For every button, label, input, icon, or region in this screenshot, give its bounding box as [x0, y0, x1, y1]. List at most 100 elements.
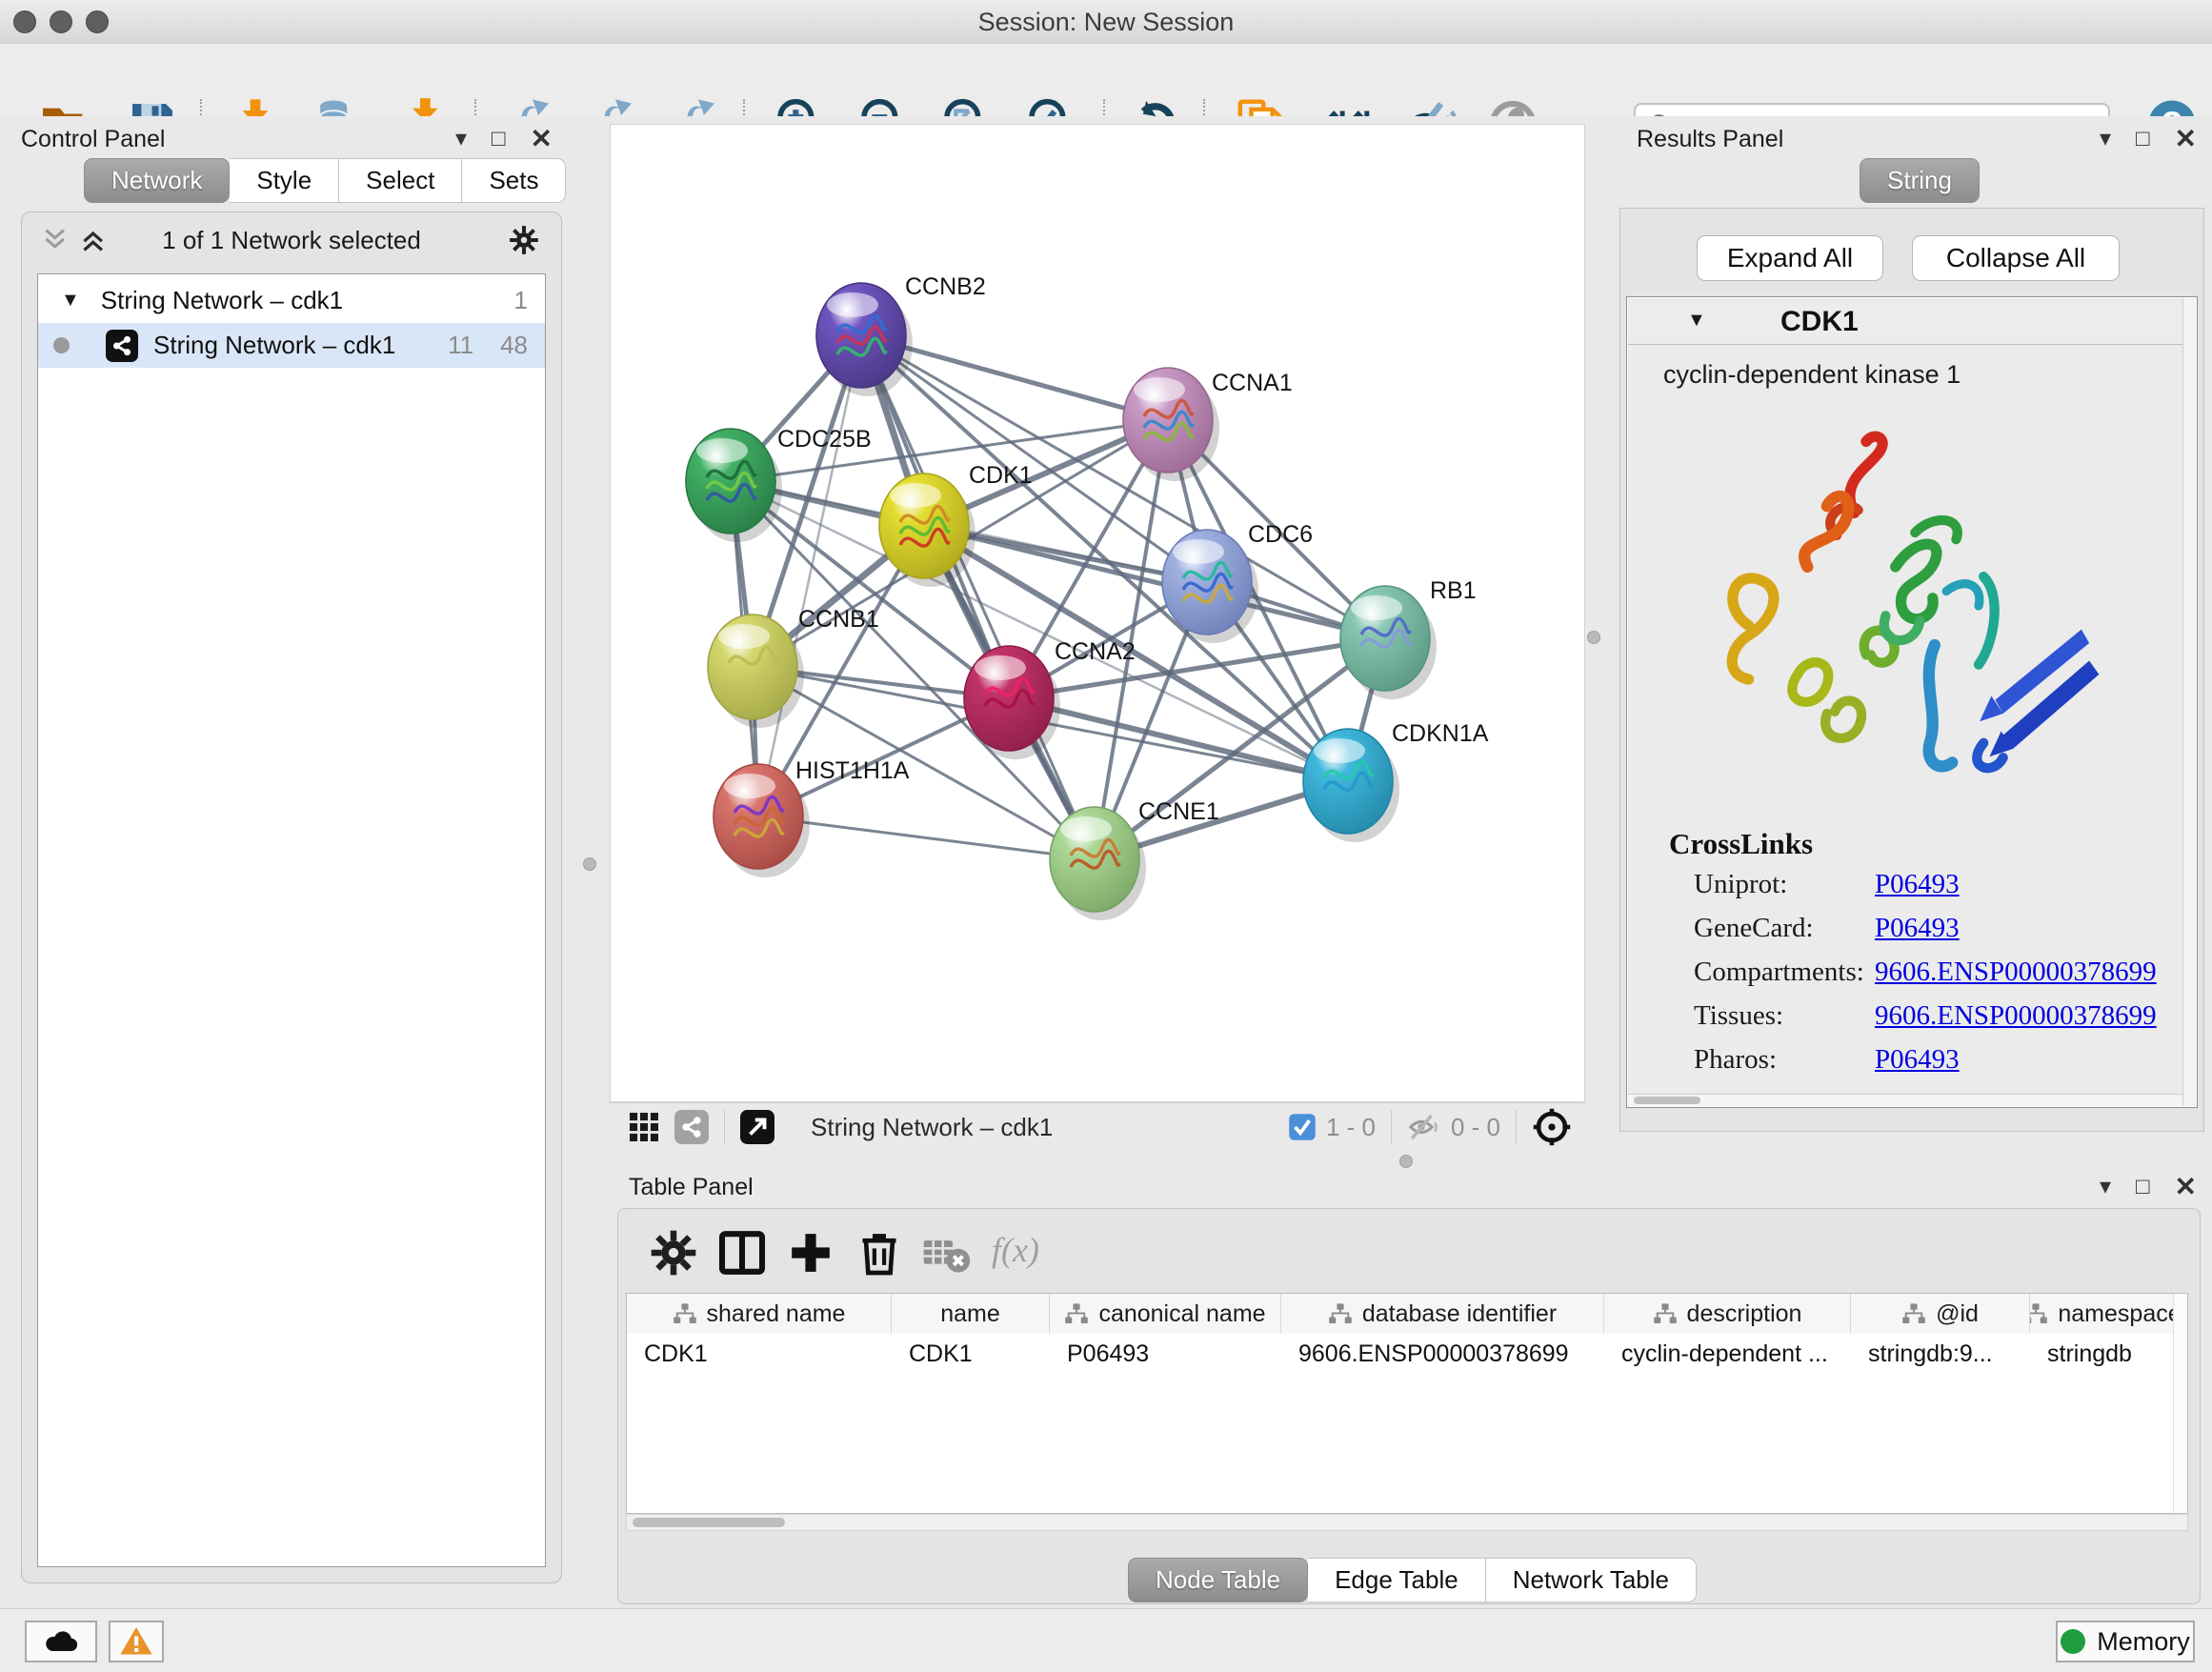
collapse-triangle-icon[interactable]: ▼ — [1687, 310, 1706, 332]
warnings-button[interactable] — [109, 1621, 164, 1662]
crosslink-value-link[interactable]: P06493 — [1875, 913, 1960, 944]
tab-style[interactable]: Style — [230, 158, 339, 203]
column-header-label: shared name — [707, 1300, 846, 1328]
network-tree: ▼ String Network – cdk1 1 String Network… — [37, 273, 546, 1567]
gear-icon[interactable] — [508, 224, 540, 256]
float-window-icon[interactable]: □ — [2136, 128, 2150, 151]
svg-text:CDKN1A: CDKN1A — [1392, 720, 1489, 747]
table-vertical-scrollbar[interactable] — [2173, 1294, 2187, 1513]
tab-node-table[interactable]: Node Table — [1128, 1558, 1308, 1602]
crosslink-value-link[interactable]: 9606.ENSP00000378699 — [1875, 957, 2157, 988]
column-header-description[interactable]: description — [1604, 1294, 1851, 1334]
column-header-name[interactable]: name — [892, 1294, 1050, 1334]
footer-separator — [1391, 1110, 1392, 1144]
float-menu-icon[interactable]: ▾ — [2100, 1176, 2111, 1199]
tab-network[interactable]: Network — [84, 158, 230, 203]
network-node-CCNB1: CCNB1 — [708, 606, 879, 728]
close-panel-icon[interactable]: ✕ — [2175, 126, 2197, 152]
tab-network-table[interactable]: Network Table — [1486, 1558, 1697, 1602]
network-view-footer: String Network – cdk1 1 - 0 0 - 0 — [610, 1102, 1585, 1151]
column-header-canonical-name[interactable]: canonical name — [1050, 1294, 1281, 1334]
table-cell[interactable]: stringdb:9... — [1851, 1334, 2030, 1374]
memory-button[interactable]: Memory — [2056, 1621, 2195, 1662]
table-cell[interactable]: cyclin-dependent ... — [1604, 1334, 1851, 1374]
table-panel-controls: ▾ □ ✕ — [2100, 1174, 2197, 1200]
bottom-splitter-handle[interactable] — [1399, 1155, 1413, 1168]
memory-status-dot — [2061, 1629, 2085, 1654]
right-splitter-handle[interactable] — [1587, 631, 1600, 644]
birds-eye-view-icon[interactable] — [1532, 1107, 1572, 1147]
network-column-icon — [673, 1301, 697, 1326]
network-collection-row[interactable]: ▼ String Network – cdk1 1 — [38, 278, 545, 323]
left-splitter-handle[interactable] — [583, 857, 596, 871]
crosslink-value-link[interactable]: P06493 — [1875, 869, 1960, 900]
network-manager-card: 1 of 1 Network selected ▼ String Network… — [21, 212, 562, 1583]
function-builder-icon[interactable]: f(x) — [992, 1230, 1039, 1270]
svg-text:HIST1H1A: HIST1H1A — [795, 757, 910, 784]
cloud-button[interactable] — [25, 1621, 97, 1662]
collapse-all-button[interactable]: Collapse All — [1912, 235, 2120, 281]
create-column-icon[interactable] — [784, 1226, 837, 1279]
collapse-triangle-icon[interactable]: ▼ — [61, 290, 80, 312]
node-entry-header[interactable]: ▼ CDK1 — [1628, 298, 2182, 345]
float-window-icon[interactable]: □ — [2136, 1176, 2150, 1199]
crosslink-value-link[interactable]: P06493 — [1875, 1044, 1960, 1076]
float-menu-icon[interactable]: ▾ — [2100, 128, 2111, 151]
footer-separator — [724, 1110, 725, 1144]
workspace: Control Panel ▾ □ ✕ NetworkStyleSelectSe… — [0, 116, 2212, 1608]
table-cell[interactable]: CDK1 — [892, 1334, 1050, 1374]
network-view-canvas[interactable]: CCNB2 CCNA1 CDC25B CDK1 CDC6 R — [610, 124, 1585, 1102]
close-panel-icon[interactable]: ✕ — [531, 126, 553, 152]
table-cell[interactable]: P06493 — [1050, 1334, 1281, 1374]
crosslink-label: Tissues: — [1694, 1000, 1783, 1032]
network-column-icon — [1328, 1301, 1353, 1326]
crosslink-value-link[interactable]: 9606.ENSP00000378699 — [1875, 1000, 2157, 1032]
table-panel-title: Table Panel — [629, 1174, 754, 1201]
crosslink-label: Compartments: — [1694, 957, 1864, 988]
tab-select[interactable]: Select — [339, 158, 462, 203]
network-node-HIST1H1A: HIST1H1A — [714, 757, 910, 877]
crosslink-row: Pharos:P06493 — [1694, 1044, 2168, 1088]
column-header-database-identifier[interactable]: database identifier — [1281, 1294, 1604, 1334]
network-row[interactable]: String Network – cdk1 11 48 — [38, 323, 545, 368]
results-vertical-scrollbar[interactable] — [2182, 298, 2196, 1106]
network-view-icon[interactable] — [674, 1110, 709, 1144]
results-horizontal-scrollbar[interactable] — [1628, 1094, 2182, 1106]
detach-view-icon[interactable] — [740, 1110, 774, 1144]
tab-sets[interactable]: Sets — [462, 158, 566, 203]
tab-string[interactable]: String — [1860, 158, 1980, 203]
collection-label: String Network – cdk1 — [101, 286, 343, 315]
tab-edge-table[interactable]: Edge Table — [1308, 1558, 1486, 1602]
column-header-namespace[interactable]: namespace — [2030, 1294, 2176, 1334]
grid-view-icon[interactable] — [627, 1110, 661, 1144]
table-cell[interactable]: stringdb — [2030, 1334, 2176, 1374]
close-panel-icon[interactable]: ✕ — [2175, 1174, 2197, 1200]
network-column-icon — [2030, 1301, 2048, 1326]
selected-checkbox-icon[interactable] — [1288, 1113, 1317, 1141]
hidden-eye-icon[interactable] — [1407, 1110, 1441, 1144]
column-header-shared-name[interactable]: shared name — [627, 1294, 892, 1334]
show-columns-icon[interactable] — [715, 1226, 769, 1279]
float-window-icon[interactable]: □ — [492, 128, 506, 151]
column-header-id[interactable]: @id — [1851, 1294, 2030, 1334]
network-column-icon — [1064, 1301, 1089, 1326]
column-header-label: database identifier — [1362, 1300, 1557, 1328]
delete-table-icon[interactable] — [919, 1226, 973, 1279]
network-node-RB1: RB1 — [1340, 577, 1477, 699]
table-panel-card: f(x) shared name name canonical name databa… — [617, 1208, 2201, 1604]
control-panel-controls: ▾ □ ✕ — [455, 126, 553, 152]
network-node-CDK1: CDK1 — [879, 462, 1033, 587]
float-menu-icon[interactable]: ▾ — [455, 128, 467, 151]
control-panel-tabs: NetworkStyleSelectSets — [84, 158, 566, 203]
table-options-gear-icon[interactable] — [647, 1226, 700, 1279]
network-node-CDC25B: CDC25B — [686, 426, 872, 542]
delete-column-icon[interactable] — [853, 1226, 906, 1279]
network-graph[interactable]: CCNB2 CCNA1 CDC25B CDK1 CDC6 R — [611, 125, 1584, 1101]
column-header-label: name — [940, 1300, 1000, 1328]
table-row[interactable]: CDK1CDK1P064939606.ENSP00000378699cyclin… — [627, 1334, 2174, 1374]
table-horizontal-scrollbar[interactable] — [626, 1514, 2188, 1531]
table-cell[interactable]: CDK1 — [627, 1334, 892, 1374]
expand-all-button[interactable]: Expand All — [1697, 235, 1883, 281]
network-column-icon — [1653, 1301, 1678, 1326]
table-cell[interactable]: 9606.ENSP00000378699 — [1281, 1334, 1604, 1374]
